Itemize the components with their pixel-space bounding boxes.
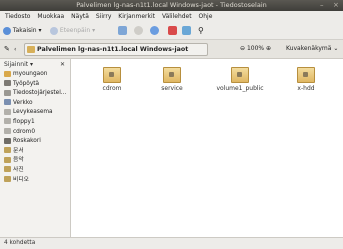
view-selector[interactable]: Kuvakenäkymä ⌄: [286, 43, 338, 54]
sidebar-item-label: Verkko: [13, 99, 33, 106]
zoom-control: ⊖ 100% ⊕: [240, 43, 271, 54]
forward-button[interactable]: Eteenpäin ▾: [50, 25, 95, 36]
stop-button[interactable]: [134, 25, 143, 36]
file-item[interactable]: volume1_public: [205, 67, 275, 93]
folder-icon: [4, 147, 11, 154]
back-arrow-icon: [3, 26, 11, 35]
chevron-left-icon: ‹: [14, 46, 17, 53]
sidebar-item[interactable]: Verkko: [0, 99, 70, 109]
statusbar: 4 kohdetta: [0, 237, 343, 249]
menu-go[interactable]: Siirry: [96, 13, 112, 20]
sidebar-item-label: 음악: [13, 157, 24, 164]
floppy-icon: [4, 118, 11, 125]
zoom-out-button[interactable]: ⊖: [240, 45, 245, 52]
folder-icon: [4, 156, 11, 163]
location-path-label: Palvelimen lg-nas-n1t1.local Windows-jao…: [37, 46, 189, 53]
zoom-level: 100%: [246, 45, 265, 52]
sidebar-item[interactable]: 문서: [0, 147, 70, 157]
sidebar-item-label: 문서: [13, 147, 24, 154]
search-button[interactable]: ⚲: [198, 25, 204, 36]
up-button[interactable]: [118, 25, 127, 36]
file-item-label: service: [161, 85, 183, 92]
sidebar-item[interactable]: myoungaon: [0, 70, 70, 80]
status-text: 4 kohdetta: [4, 240, 36, 246]
drive-icon: [4, 108, 11, 115]
sidebar-item-label: Roskakori: [13, 138, 41, 145]
sidebar-item[interactable]: Roskakori: [0, 137, 70, 147]
sidebar: Sijainnit ▾ ✕ myoungaon Työpöytä Tiedostoj…: [0, 59, 71, 237]
sidebar-item-label: 비디오: [13, 176, 29, 183]
search-icon: ⚲: [198, 26, 204, 35]
sidebar-item[interactable]: Levykeasema: [0, 108, 70, 118]
menubar: Tiedosto Muokkaa Näytä Siirry Kirjanmerk…: [0, 11, 343, 22]
forward-label: Eteenpäin: [59, 27, 91, 34]
sidebar-item-label: Työpöytä: [13, 80, 40, 87]
path-back-button[interactable]: ‹: [14, 44, 16, 55]
network-folder-icon: [27, 46, 35, 53]
computer-button[interactable]: [182, 25, 191, 36]
view-label: Kuvakenäkymä: [286, 45, 332, 52]
folder-icon: [4, 166, 11, 173]
computer-icon: [182, 26, 191, 35]
sidebar-item-label: cdrom0: [13, 128, 36, 135]
menu-view[interactable]: Näytä: [71, 13, 89, 20]
back-button[interactable]: Takaisin ▾: [3, 25, 42, 36]
forward-arrow-icon: [50, 26, 58, 35]
menu-bookmarks[interactable]: Kirjanmerkit: [118, 13, 155, 20]
zoom-in-button[interactable]: ⊕: [266, 45, 271, 52]
filesystem-icon: [4, 89, 11, 96]
reload-button[interactable]: [150, 25, 159, 36]
sidebar-item-label: Levykeasema: [13, 109, 53, 116]
file-item-label: volume1_public: [216, 85, 264, 92]
menu-file[interactable]: Tiedosto: [5, 13, 30, 20]
pencil-icon: ✎: [4, 45, 10, 53]
sidebar-header-label: Sijainnit: [4, 61, 29, 68]
share-folder-icon: [297, 67, 315, 83]
home-button[interactable]: [168, 25, 177, 36]
reload-icon: [150, 26, 159, 35]
share-folder-icon: [163, 67, 181, 83]
file-item[interactable]: service: [137, 67, 207, 93]
sidebar-item-label: floppy1: [13, 118, 35, 125]
sidebar-item[interactable]: Työpöytä: [0, 80, 70, 90]
cdrom-icon: [4, 128, 11, 135]
toolbar: Takaisin ▾ Eteenpäin ▾ ⚲: [0, 22, 343, 40]
menu-help[interactable]: Ohje: [199, 13, 213, 20]
trash-icon: [4, 137, 11, 144]
minimize-button[interactable]: –: [320, 0, 324, 11]
sidebar-item[interactable]: cdrom0: [0, 128, 70, 138]
window-titlebar: Palvelimen lg-nas-n1t1.local Windows-jao…: [0, 0, 343, 11]
file-item-label: x-hdd: [297, 85, 315, 92]
menu-edit[interactable]: Muokkaa: [37, 13, 64, 20]
chevron-down-icon: ⌄: [333, 45, 339, 52]
sidebar-close-icon[interactable]: ✕: [60, 59, 65, 70]
menu-tabs[interactable]: Välilehdet: [162, 13, 192, 20]
sidebar-item-label: 사진: [13, 166, 24, 173]
stop-icon: [134, 26, 143, 35]
close-button[interactable]: ×: [333, 0, 339, 11]
share-folder-icon: [231, 67, 249, 83]
home-icon: [4, 70, 11, 77]
window-title: Palvelimen lg-nas-n1t1.local Windows-jao…: [76, 1, 267, 9]
up-arrow-icon: [118, 26, 127, 35]
location-path-button[interactable]: Palvelimen lg-nas-n1t1.local Windows-jao…: [24, 43, 208, 56]
edit-location-button[interactable]: ✎: [4, 44, 10, 55]
share-folder-icon: [103, 67, 121, 83]
sidebar-item[interactable]: Tiedostojärjestel...: [0, 89, 70, 99]
network-icon: [4, 99, 11, 106]
sidebar-item-label: Tiedostojärjestel...: [13, 90, 67, 97]
sidebar-item[interactable]: 음악: [0, 156, 70, 166]
file-item[interactable]: x-hdd: [271, 67, 341, 93]
home-icon: [168, 26, 177, 35]
desktop-icon: [4, 80, 11, 87]
file-view: cdrom service volume1_public x-hdd: [71, 59, 343, 237]
sidebar-item[interactable]: floppy1: [0, 118, 70, 128]
sidebar-item-label: myoungaon: [13, 71, 48, 77]
location-bar: ✎ ‹ Palvelimen lg-nas-n1t1.local Windows…: [0, 40, 343, 59]
folder-icon: [4, 176, 11, 183]
sidebar-header[interactable]: Sijainnit ▾ ✕: [0, 59, 70, 70]
back-label: Takaisin: [12, 27, 37, 34]
sidebar-item[interactable]: 사진: [0, 166, 70, 176]
sidebar-item[interactable]: 비디오: [0, 176, 70, 186]
